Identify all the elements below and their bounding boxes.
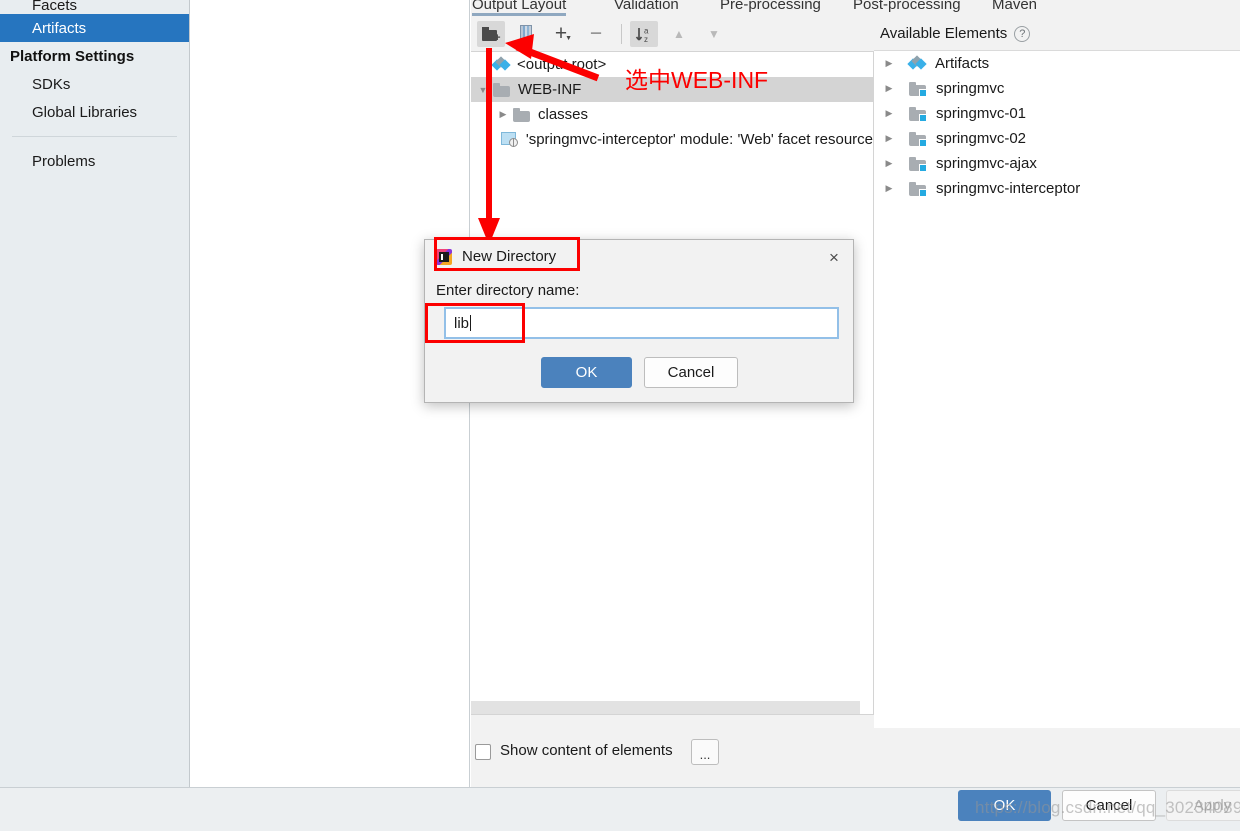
settings-window: Facets Artifacts Platform Settings SDKs …	[0, 0, 1240, 831]
text-caret	[470, 315, 472, 331]
intellij-idea-icon	[436, 248, 452, 265]
dialog-title: New Directory	[462, 248, 557, 265]
annotation-arrows	[478, 34, 600, 245]
directory-name-value: lib	[454, 314, 470, 332]
close-icon[interactable]: ×	[825, 248, 843, 266]
new-directory-dialog: New Directory × Enter directory name: li…	[424, 239, 854, 403]
watermark: https://blog.csdn.net/qq_30234089	[975, 798, 1240, 817]
directory-name-input[interactable]: lib	[444, 307, 839, 339]
dialog-ok-button[interactable]: OK	[541, 357, 632, 388]
dialog-cancel-button[interactable]: Cancel	[644, 357, 738, 388]
directory-name-label: Enter directory name:	[436, 282, 580, 299]
dialog-title-bar: New Directory	[425, 240, 855, 273]
